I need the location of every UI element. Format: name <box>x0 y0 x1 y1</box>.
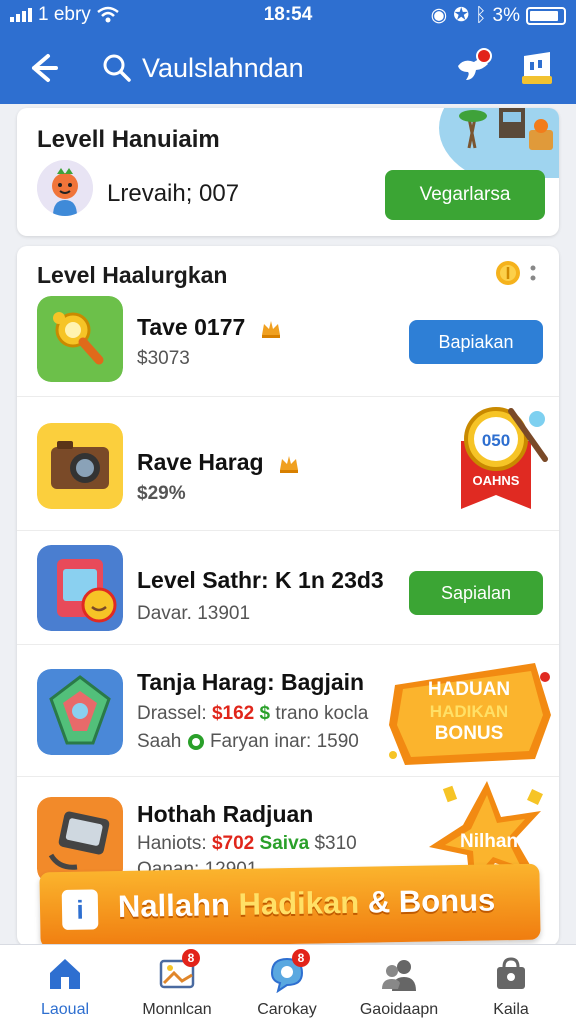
app-header: 1 ebry 18:54 ◉ ✪ ᛒ 3% Vaulslahndan <box>0 0 576 104</box>
list-item[interactable]: Tanja Harag: Bagjain Drassel: $162 $ tra… <box>17 644 559 776</box>
avatar[interactable] <box>37 160 93 216</box>
list-item[interactable]: Rave Harag $29% 050 OAHNS <box>17 396 559 530</box>
item-action-button[interactable]: Sapialan <box>409 571 543 615</box>
profile-action-button[interactable]: Vegarlarsa <box>385 170 545 220</box>
item-name: Level Sathr: K 1n 23d3 <box>137 567 384 593</box>
battery-icon <box>526 6 566 25</box>
search-icon <box>103 54 131 82</box>
bonus-promo-graphic[interactable]: HADUAN HADIKAN BONUS <box>385 655 555 769</box>
search-text: Vaulslahndan <box>142 52 304 83</box>
nav-item-chat[interactable]: 8 Carokay <box>232 949 342 1021</box>
store-icon[interactable] <box>516 46 558 88</box>
nav-item-messages[interactable]: 8 Monnlcan <box>122 949 232 1021</box>
list-item[interactable]: Level Sathr: K 1n 23d3 Davar. 13901 Sapi… <box>17 530 559 644</box>
timer-badge-graphic: 050 OAHNS <box>461 407 548 509</box>
camera-app-icon <box>37 423 123 509</box>
nav-item-friends[interactable]: Gaoidaapn <box>344 951 454 1021</box>
item-action-button[interactable]: Bapiakan <box>409 320 543 364</box>
device-app-icon <box>37 797 123 883</box>
corner-illustration <box>439 108 559 178</box>
users-icon <box>382 960 416 991</box>
info-badge-icon: i <box>61 889 99 930</box>
more-options-icon[interactable] <box>527 260 539 286</box>
status-bar: 1 ebry 18:54 ◉ ✪ ᛒ 3% <box>0 0 576 32</box>
battery-percent: 3% <box>492 4 520 26</box>
green-coin-icon <box>187 733 204 750</box>
level-text: Lrevaih; 007 <box>107 180 240 207</box>
item-price: $29% <box>137 483 186 504</box>
item-meta: Davar. 13901 <box>137 603 251 624</box>
item-name: Tanja Harag: Bagjain <box>137 669 365 695</box>
shield-app-icon <box>37 669 123 755</box>
item-detail-line: Saah Faryan inar: 1590 <box>137 731 359 752</box>
coin-icon <box>496 261 520 285</box>
item-name: Rave Harag <box>137 449 300 476</box>
back-arrow-icon[interactable] <box>22 48 62 88</box>
bottom-navigation: Laoual 8 Monnlcan 8 Carokay Gaoidaapn Ka… <box>0 944 576 1024</box>
nav-item-shop[interactable]: Kaila <box>456 951 566 1021</box>
bonus-banner[interactable]: i Nallahn Hadikan & Bonus <box>39 863 541 949</box>
profile-card: Levell Hanuiaim Lrevaih; 007 Vegarlarsa <box>17 108 559 236</box>
svg-text:Nilhan: Nilhan <box>460 831 518 852</box>
badge-number: 050 <box>482 431 510 450</box>
list-item[interactable]: Tave 0177 $3073 Bapiakan <box>17 288 559 396</box>
magnifier-app-icon <box>37 296 123 382</box>
badge-label: OAHNS <box>473 473 520 488</box>
item-name: Hothah Radjuan <box>137 801 314 827</box>
item-price: $3073 <box>137 348 190 369</box>
home-icon <box>50 959 80 989</box>
item-detail-line: Drassel: $162 $ trano kocla <box>137 703 369 724</box>
svg-text:BONUS: BONUS <box>435 723 504 744</box>
nav-header: Vaulslahndan <box>0 38 576 98</box>
crown-icon <box>279 455 298 473</box>
item-name: Tave 0177 <box>137 314 282 341</box>
svg-text:HADIKAN: HADIKAN <box>430 702 508 721</box>
item-detail-line: Haniots: $702 Saiva $310 <box>137 833 357 854</box>
profile-title: Levell Hanuiaim <box>37 126 220 153</box>
svg-text:HADUAN: HADUAN <box>428 679 510 700</box>
list-title: Level Haalurgkan <box>37 262 228 288</box>
bluetooth-icon: ᛒ <box>475 4 487 26</box>
store-bag-icon <box>497 957 525 989</box>
alarm-icon: ◉ <box>430 5 448 26</box>
level-list-card: Level Haalurgkan Tave 0177 $3073 Bapiaka… <box>17 246 559 946</box>
banner-text: Nallahn Hadikan & Bonus <box>117 882 496 924</box>
nav-badge: 8 <box>182 949 200 967</box>
gallery-app-icon <box>37 545 123 631</box>
nfc-icon: ✪ <box>453 5 470 26</box>
nav-badge: 8 <box>292 949 310 967</box>
search-field[interactable]: Vaulslahndan <box>102 48 304 88</box>
crown-icon <box>261 320 280 338</box>
nav-item-home[interactable]: Laoual <box>10 951 120 1021</box>
bird-notification-icon[interactable] <box>452 46 494 88</box>
status-right: ◉ ✪ ᛒ 3% <box>431 4 566 27</box>
